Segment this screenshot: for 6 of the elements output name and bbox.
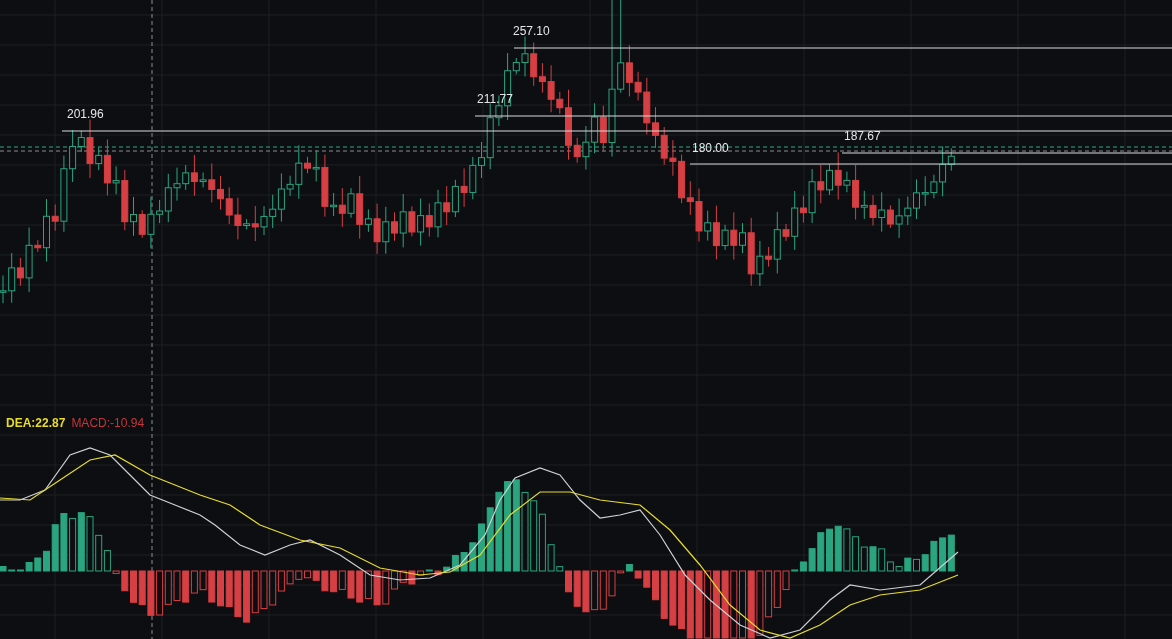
price-label: 180.00 <box>691 141 730 155</box>
price-label: 201.96 <box>66 107 105 121</box>
price-label: 187.67 <box>843 129 882 143</box>
indicator-value: DEA:22.87 <box>6 416 66 430</box>
indicator-value: MACD:-10.94 <box>71 416 145 430</box>
price-label: 257.10 <box>512 24 551 38</box>
